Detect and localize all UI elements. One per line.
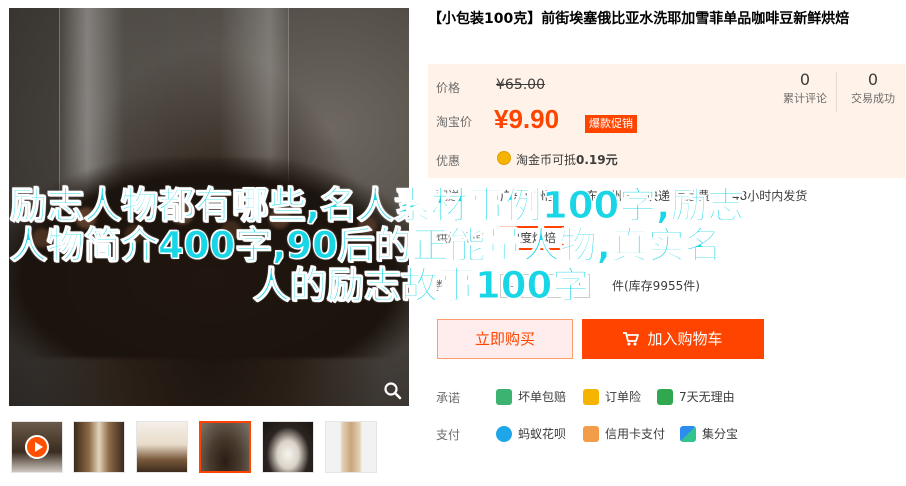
play-icon[interactable] — [25, 435, 49, 459]
promo-badge[interactable]: 爆款促销 — [585, 115, 637, 133]
overlay-line-3: 人的励志故事100字 — [253, 264, 590, 307]
thumbnail-2[interactable] — [73, 421, 125, 473]
reviews-stat[interactable]: 0 累计评论 — [775, 70, 835, 108]
coin-icon — [497, 151, 511, 165]
currency-symbol: ¥ — [494, 104, 509, 134]
reviews-label: 累计评论 — [783, 92, 827, 105]
promise-item-order-insurance[interactable]: 订单险 — [583, 386, 641, 408]
add-to-cart-button[interactable]: 加入购物车 — [582, 319, 764, 359]
promise-label: 承诺 — [436, 391, 461, 405]
thumbnail-strip — [9, 421, 409, 475]
credit-card-icon — [583, 426, 599, 442]
thumbnail-6[interactable] — [325, 421, 377, 473]
original-price-label: 价格 — [436, 81, 461, 95]
payment-item-label: 蚂蚁花呗 — [518, 427, 567, 441]
coin-discount-text: 淘金币可抵0.19元 — [516, 151, 618, 168]
product-title: 【小包装100克】前街埃塞俄比亚水洗耶加雪菲单品咖啡豆新鲜烘焙 — [428, 11, 850, 27]
shield-check-icon — [496, 389, 512, 405]
insurance-icon — [583, 389, 599, 405]
add-to-cart-label: 加入购物车 — [647, 330, 723, 348]
cart-icon — [623, 332, 640, 346]
overlay-line-2: 人物简介400字,90后的正能量人物,真实名 — [10, 224, 723, 267]
payment-label: 支付 — [436, 428, 461, 442]
thumbnail-video[interactable] — [11, 421, 63, 473]
payment-item-huabei[interactable]: 蚂蚁花呗 — [496, 423, 566, 445]
deals-label: 交易成功 — [851, 92, 895, 105]
promise-item-7day-return[interactable]: 7天无理由 — [657, 386, 735, 408]
promise-item-label: 7天无理由 — [679, 390, 735, 404]
jifenbao-icon — [680, 426, 696, 442]
current-price-value: 9.90 — [508, 104, 560, 134]
thumbnail-3[interactable] — [136, 421, 188, 473]
promise-item-damage-compensation[interactable]: 坏单包赔 — [496, 386, 566, 408]
discount-label: 优惠 — [436, 154, 461, 168]
taobao-price-label: 淘宝价 — [436, 115, 473, 129]
payment-item-label: 信用卡支付 — [605, 427, 666, 441]
stat-divider — [836, 72, 837, 112]
current-price: ¥9.90 — [494, 104, 559, 135]
seven-day-icon — [657, 389, 673, 405]
thumbnail-4-selected[interactable] — [199, 421, 251, 473]
magnifier-icon[interactable] — [383, 381, 403, 401]
huabei-icon — [496, 426, 512, 442]
promise-item-label: 订单险 — [605, 390, 642, 404]
payment-item-credit-card[interactable]: 信用卡支付 — [583, 423, 665, 445]
original-price: ¥65.00 — [496, 77, 545, 93]
payment-item-label: 集分宝 — [702, 427, 739, 441]
deals-stat[interactable]: 0 交易成功 — [843, 70, 903, 108]
price-panel: 价格 ¥65.00 淘宝价 ¥9.90 爆款促销 优惠 淘金币可抵0.19元 0… — [428, 64, 905, 178]
payment-row: 支付 蚂蚁花呗 信用卡支付 集分宝 — [428, 423, 898, 445]
promise-row: 承诺 坏单包赔 订单险 7天无理由 — [428, 386, 898, 408]
deals-count: 0 — [867, 70, 879, 89]
promise-item-label: 坏单包赔 — [518, 390, 567, 404]
overlay-line-1: 励志人物都有哪些,名人素材事例100字,励志 — [9, 184, 745, 227]
coin-discount-amount: 0.19元 — [576, 153, 618, 167]
reviews-count: 0 — [799, 70, 811, 89]
thumbnail-5[interactable] — [262, 421, 314, 473]
overlay-headline: 励志人物都有哪些,名人素材事例100字,励志 人物简介400字,90后的正能量人… — [9, 184, 810, 307]
payment-item-jifenbao[interactable]: 集分宝 — [680, 423, 738, 445]
buy-now-button[interactable]: 立即购买 — [437, 319, 573, 359]
coin-discount-prefix: 淘金币可抵 — [516, 153, 577, 167]
